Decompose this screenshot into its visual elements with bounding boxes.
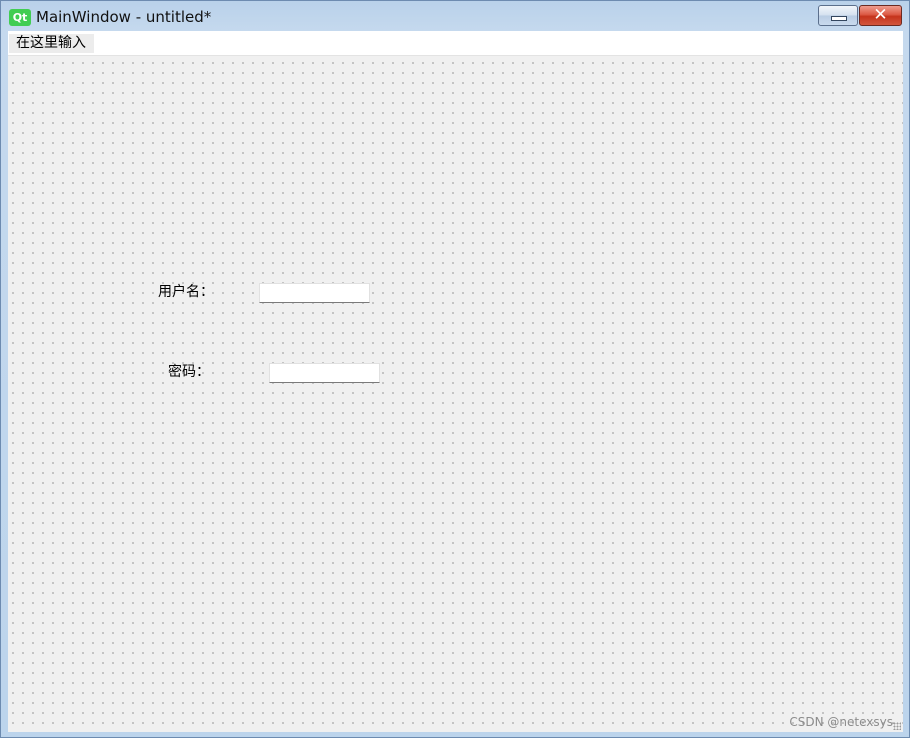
form-canvas: 用户名： 密码： CSDN @netexsys [8, 56, 903, 732]
username-input[interactable] [259, 283, 370, 303]
minimize-icon [831, 16, 847, 21]
menu-bar: 在这里输入 [8, 31, 903, 56]
client-area: 在这里输入 用户名： 密码： CSDN @netexsys [8, 31, 903, 732]
password-label: 密码： [168, 364, 210, 380]
username-label: 用户名： [158, 284, 214, 300]
close-button[interactable]: ✕ [859, 5, 902, 26]
menu-item-type-here[interactable]: 在这里输入 [9, 34, 94, 53]
minimize-button[interactable] [818, 5, 858, 26]
qt-logo-icon: Qt [9, 9, 31, 26]
main-window: Qt MainWindow - untitled* ✕ 在这里输入 用户名： 密… [0, 0, 910, 738]
password-input[interactable] [269, 363, 380, 383]
watermark: CSDN @netexsys [789, 715, 893, 729]
close-icon: ✕ [873, 5, 888, 25]
window-title: MainWindow - untitled* [36, 8, 212, 26]
title-bar[interactable]: Qt MainWindow - untitled* ✕ [1, 1, 909, 31]
resize-grip-icon[interactable] [893, 722, 901, 730]
